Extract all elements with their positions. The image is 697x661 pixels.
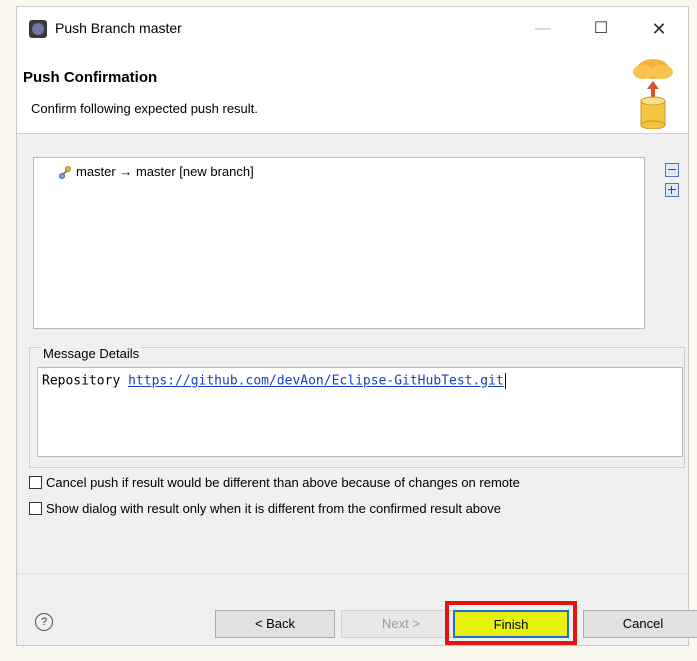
eclipse-app-icon [29,20,47,38]
cloud-upload-database-icon [633,59,673,129]
expand-all-icon[interactable] [665,183,679,197]
show-dialog-label: Show dialog with result only when it is … [46,501,501,516]
window-title: Push Branch master [55,20,182,36]
page-description: Confirm following expected push result. [31,101,258,116]
branch-icon [59,165,71,179]
title-bar: Push Branch master — ☐ ✕ [17,7,688,51]
show-dialog-checkbox[interactable] [29,502,42,515]
cancel-button[interactable]: Cancel [583,610,697,638]
message-prefix: Repository [42,373,129,389]
next-button: Next > [341,610,461,638]
list-toolbar [665,163,681,203]
wizard-banner: Push Confirmation Confirm following expe… [17,51,688,134]
show-dialog-option[interactable]: Show dialog with result only when it is … [29,501,501,516]
finish-button[interactable]: Finish [453,610,569,638]
push-results-list[interactable]: master → master [new branch] [33,157,645,329]
maximize-button[interactable]: ☐ [587,17,615,41]
message-details-label: Message Details [41,346,142,361]
result-row-label: master → master [new branch] [76,164,254,179]
help-icon[interactable]: ? [35,613,53,631]
message-details-text[interactable]: Repository https://github.com/devAon/Ecl… [37,367,683,457]
cancel-push-option[interactable]: Cancel push if result would be different… [29,475,520,490]
minimize-button[interactable]: — [529,17,557,41]
back-button[interactable]: < Back [215,610,335,638]
repository-link[interactable]: https://github.com/devAon/Eclipse-GitHub… [128,374,504,389]
cancel-push-label: Cancel push if result would be different… [46,475,520,490]
text-caret [504,373,506,389]
page-title: Push Confirmation [23,69,158,86]
push-branch-dialog: Push Branch master — ☐ ✕ Push Confirmati… [16,6,697,646]
collapse-all-icon[interactable] [665,163,679,177]
button-bar-separator [17,573,688,574]
list-item[interactable]: master → master [new branch] [58,164,254,179]
cancel-push-checkbox[interactable] [29,476,42,489]
close-button[interactable]: ✕ [645,17,673,41]
